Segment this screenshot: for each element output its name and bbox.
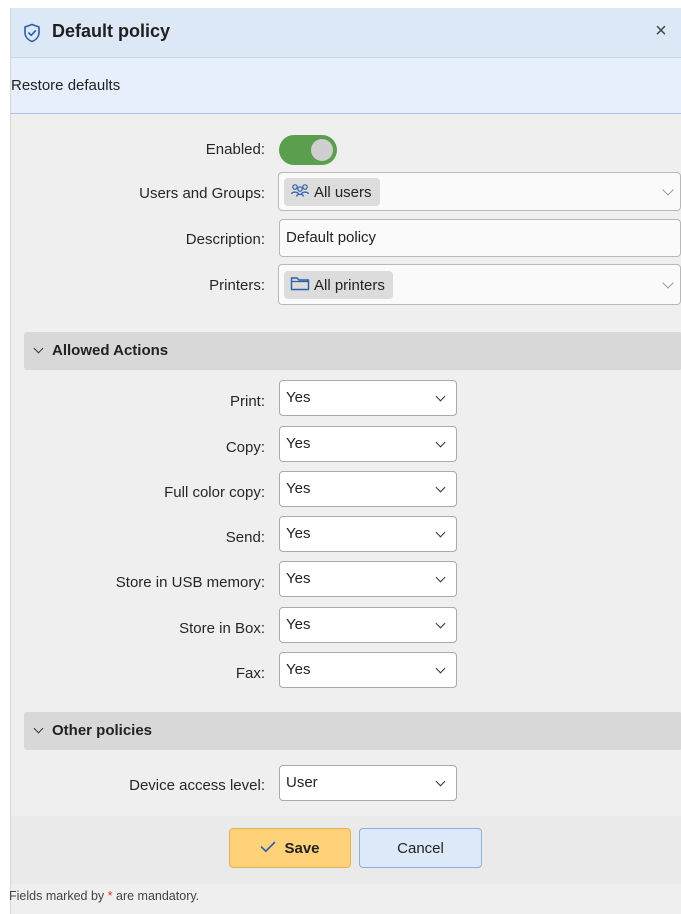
chevron-down-icon [435, 776, 446, 787]
chevron-down-icon [435, 618, 446, 629]
save-button-label: Save [284, 839, 320, 857]
chevron-down-icon [435, 527, 446, 538]
fax-label: Fax: [235, 665, 265, 682]
store-usb-select[interactable]: Yes [279, 561, 457, 597]
chevron-down-icon [662, 183, 674, 196]
full-color-copy-select-value: Yes [286, 480, 311, 497]
device-access-select-value: User [286, 774, 318, 791]
shield-check-icon [22, 23, 42, 43]
restore-defaults-button[interactable]: Restore defaults [11, 77, 120, 94]
store-box-label: Store in Box: [179, 620, 265, 637]
description-label: Description: [185, 231, 265, 248]
mandatory-fields-note: Fields marked by * are mandatory. [9, 889, 199, 903]
folder-icon [290, 275, 310, 295]
printers-select[interactable]: All printers [278, 264, 681, 305]
mandatory-note-prefix: Fields marked by [9, 889, 108, 903]
printers-label: Printers: [209, 277, 265, 294]
chevron-down-icon [435, 391, 446, 402]
device-access-label: Device access level: [129, 777, 265, 794]
users-groups-label: Users and Groups: [139, 185, 265, 202]
users-chip[interactable]: All users [284, 178, 380, 206]
other-policies-title: Other policies [52, 722, 153, 739]
users-group-icon [290, 183, 310, 201]
chevron-down-icon [33, 343, 44, 354]
send-label: Send: [225, 529, 265, 546]
print-label: Print: [229, 393, 265, 410]
send-select[interactable]: Yes [279, 516, 457, 552]
chevron-down-icon [435, 572, 446, 583]
copy-label: Copy: [225, 439, 265, 456]
print-select[interactable]: Yes [279, 380, 457, 416]
users-groups-select[interactable]: All users [278, 172, 681, 211]
device-access-select[interactable]: User [279, 765, 457, 801]
copy-select[interactable]: Yes [279, 426, 457, 462]
dialog-titlebar: Default policy × [11, 8, 681, 58]
mandatory-note-suffix: are mandatory. [112, 889, 200, 903]
chevron-down-icon [435, 663, 446, 674]
policy-dialog: Default policy × Restore defaults Enable… [9, 8, 681, 914]
chevron-down-icon [662, 276, 674, 289]
allowed-actions-header[interactable]: Allowed Actions [24, 332, 681, 370]
allowed-actions-title: Allowed Actions [52, 342, 169, 359]
store-box-select[interactable]: Yes [279, 607, 457, 643]
store-usb-label: Store in USB memory: [115, 574, 265, 591]
checkmark-icon [260, 840, 276, 857]
store-box-select-value: Yes [286, 616, 311, 633]
save-button[interactable]: Save [229, 828, 351, 868]
other-policies-header[interactable]: Other policies [24, 712, 681, 750]
enabled-label: Enabled: [205, 141, 265, 158]
cancel-button-label: Cancel [397, 839, 444, 857]
cancel-button[interactable]: Cancel [359, 828, 482, 868]
dialog-title: Default policy [52, 21, 171, 41]
toggle-knob [311, 139, 333, 161]
description-field[interactable]: Default policy [279, 219, 681, 257]
full-color-copy-select[interactable]: Yes [279, 471, 457, 507]
enabled-toggle[interactable] [279, 135, 337, 165]
users-chip-label: All users [314, 183, 372, 201]
dialog-toolbar: Restore defaults [11, 58, 681, 114]
print-select-value: Yes [286, 389, 311, 406]
copy-select-value: Yes [286, 435, 311, 452]
printers-chip[interactable]: All printers [284, 271, 393, 299]
printers-chip-label: All printers [314, 276, 385, 294]
chevron-down-icon [435, 482, 446, 493]
chevron-down-icon [33, 723, 44, 734]
close-button[interactable]: × [650, 19, 672, 43]
send-select-value: Yes [286, 525, 311, 542]
chevron-down-icon [435, 437, 446, 448]
store-usb-select-value: Yes [286, 570, 311, 587]
fax-select-value: Yes [286, 661, 311, 678]
fax-select[interactable]: Yes [279, 652, 457, 688]
full-color-copy-label: Full color copy: [164, 484, 265, 501]
